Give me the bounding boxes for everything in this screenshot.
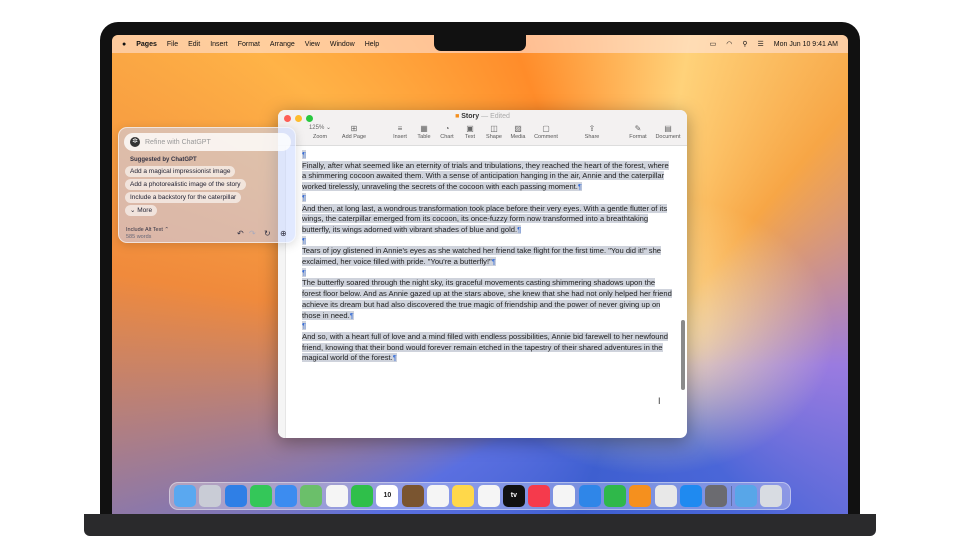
- menu-edit[interactable]: Edit: [188, 41, 200, 48]
- dock-pages-icon[interactable]: [629, 485, 652, 507]
- suggestion-chip[interactable]: Add a photorealistic image of the story: [125, 179, 246, 190]
- dock-news-icon[interactable]: [553, 485, 576, 507]
- dock-mail-icon[interactable]: [275, 485, 298, 507]
- more-button[interactable]: ⌄ More: [125, 205, 158, 216]
- paragraph: Tears of joy glistened in Annie's eyes a…: [302, 246, 662, 267]
- desktop: ● Pages File Edit Insert Format Arrange …: [112, 35, 848, 514]
- dock-launchpad-icon[interactable]: [199, 485, 222, 507]
- pages-window: ■ Story — Edited 125% ⌄ Zoom ⊞ Add Page ≡ I…: [278, 110, 687, 438]
- dock-tv-icon[interactable]: tv: [502, 485, 525, 507]
- chatgpt-panel: ✲ Refine with ChatGPT Suggested by ChatGP…: [118, 127, 296, 243]
- laptop-base: [84, 514, 876, 536]
- redo-icon[interactable]: ↷: [249, 229, 256, 238]
- dock-photos-icon[interactable]: [325, 485, 348, 507]
- paragraph: Finally, after what seemed like an etern…: [302, 160, 669, 192]
- suggested-heading: Suggested by ChatGPT: [130, 157, 197, 163]
- paragraph: And so, with a heart full of love and a …: [302, 331, 668, 363]
- laptop-frame: ● Pages File Edit Insert Format Arrange …: [100, 22, 860, 522]
- refine-input[interactable]: ✲ Refine with ChatGPT: [124, 133, 291, 151]
- dock-trash-icon[interactable]: [760, 485, 783, 507]
- battery-icon[interactable]: ▭: [710, 40, 717, 48]
- dock-downloads-icon[interactable]: [734, 485, 757, 507]
- dock-numbers-icon[interactable]: [604, 485, 627, 507]
- dock-finder-icon[interactable]: [174, 485, 196, 507]
- paragraph: And then, at long last, a wondrous trans…: [302, 203, 668, 234]
- dock-iphone-mirroring-icon[interactable]: [654, 485, 677, 507]
- comment-icon: ▢: [542, 124, 550, 133]
- document-body[interactable]: ¶ Finally, after what seemed like an ete…: [302, 150, 673, 364]
- scrollbar[interactable]: [681, 320, 685, 390]
- dock-reminders-icon[interactable]: [426, 485, 449, 507]
- plus-square-icon: ⊞: [350, 124, 358, 133]
- zoom-control[interactable]: 125% ⌄ Zoom: [302, 124, 338, 140]
- menu-app[interactable]: Pages: [136, 41, 157, 48]
- window-title: ■ Story — Edited: [455, 113, 510, 120]
- toolbar: ■ Story — Edited 125% ⌄ Zoom ⊞ Add Page ≡ I…: [278, 110, 687, 146]
- submit-icon[interactable]: ⊕: [280, 229, 287, 238]
- dock-safari-icon[interactable]: [224, 485, 247, 507]
- wifi-icon[interactable]: ◠: [726, 40, 732, 48]
- suggestion-chip[interactable]: Add a magical impressionist image: [125, 166, 236, 177]
- menu-view[interactable]: View: [305, 41, 320, 48]
- dock-keynote-icon[interactable]: [578, 485, 601, 507]
- menu-file[interactable]: File: [167, 41, 178, 48]
- dock-notes-icon[interactable]: [452, 485, 475, 507]
- document-button[interactable]: ▤ Document: [650, 124, 686, 140]
- share-icon: ⇪: [588, 124, 596, 133]
- dock-facetime-icon[interactable]: [351, 485, 374, 507]
- share-button[interactable]: ⇪ Share: [574, 124, 610, 140]
- clock[interactable]: Mon Jun 10 9:41 AM: [774, 41, 838, 48]
- dock-brown-app-icon[interactable]: [401, 485, 424, 507]
- menu-format[interactable]: Format: [238, 41, 260, 48]
- apple-icon[interactable]: ●: [122, 41, 126, 48]
- menu-help[interactable]: Help: [365, 41, 379, 48]
- dock-messages-icon[interactable]: [249, 485, 272, 507]
- comment-button[interactable]: ▢ Comment: [528, 124, 564, 140]
- dock-system-settings-icon[interactable]: [705, 485, 728, 507]
- dock-calendar-icon[interactable]: 10: [376, 485, 399, 507]
- dock-freeform-icon[interactable]: [477, 485, 500, 507]
- dock-maps-icon[interactable]: [300, 485, 323, 507]
- control-center-icon[interactable]: ☰: [758, 40, 764, 48]
- menu-window[interactable]: Window: [330, 41, 355, 48]
- suggestion-chip[interactable]: Include a backstory for the caterpillar: [125, 192, 242, 203]
- chatgpt-logo-icon: ✲: [130, 137, 140, 147]
- dock: 10 tv: [169, 482, 791, 510]
- undo-icon[interactable]: ↶: [237, 229, 244, 238]
- document-icon: ▤: [664, 124, 672, 133]
- menu-arrange[interactable]: Arrange: [270, 41, 295, 48]
- dock-separator: [730, 486, 732, 506]
- add-page-button[interactable]: ⊞ Add Page: [336, 124, 372, 140]
- dock-app-store-icon[interactable]: [679, 485, 702, 507]
- text-cursor-icon: I: [658, 396, 661, 406]
- spotlight-icon[interactable]: ⚲: [742, 40, 747, 48]
- paragraph: The butterfly soared through the night s…: [302, 278, 672, 320]
- refresh-icon[interactable]: ↻: [264, 229, 271, 238]
- include-alt-text[interactable]: Include Alt Text ⌃ 585 words: [126, 227, 169, 241]
- menu-insert[interactable]: Insert: [210, 41, 228, 48]
- camera-notch: [434, 35, 526, 51]
- dock-music-icon[interactable]: [528, 485, 551, 507]
